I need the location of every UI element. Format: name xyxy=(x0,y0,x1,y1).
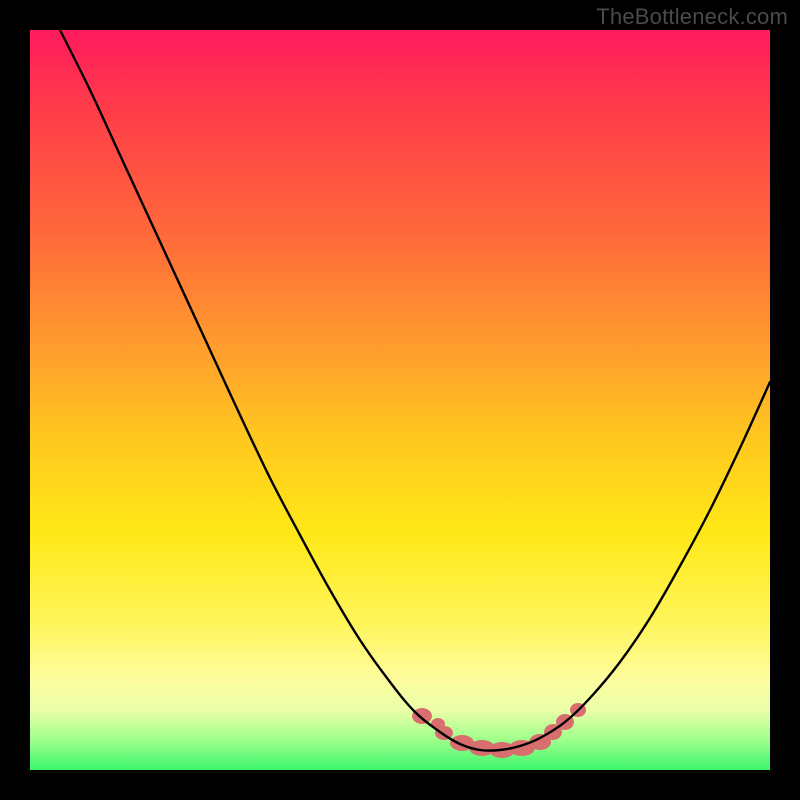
bottleneck-curve xyxy=(60,30,770,751)
curve-layer xyxy=(30,30,770,770)
chart-frame: TheBottleneck.com xyxy=(0,0,800,800)
plot-area xyxy=(30,30,770,770)
watermark-text: TheBottleneck.com xyxy=(596,4,788,30)
